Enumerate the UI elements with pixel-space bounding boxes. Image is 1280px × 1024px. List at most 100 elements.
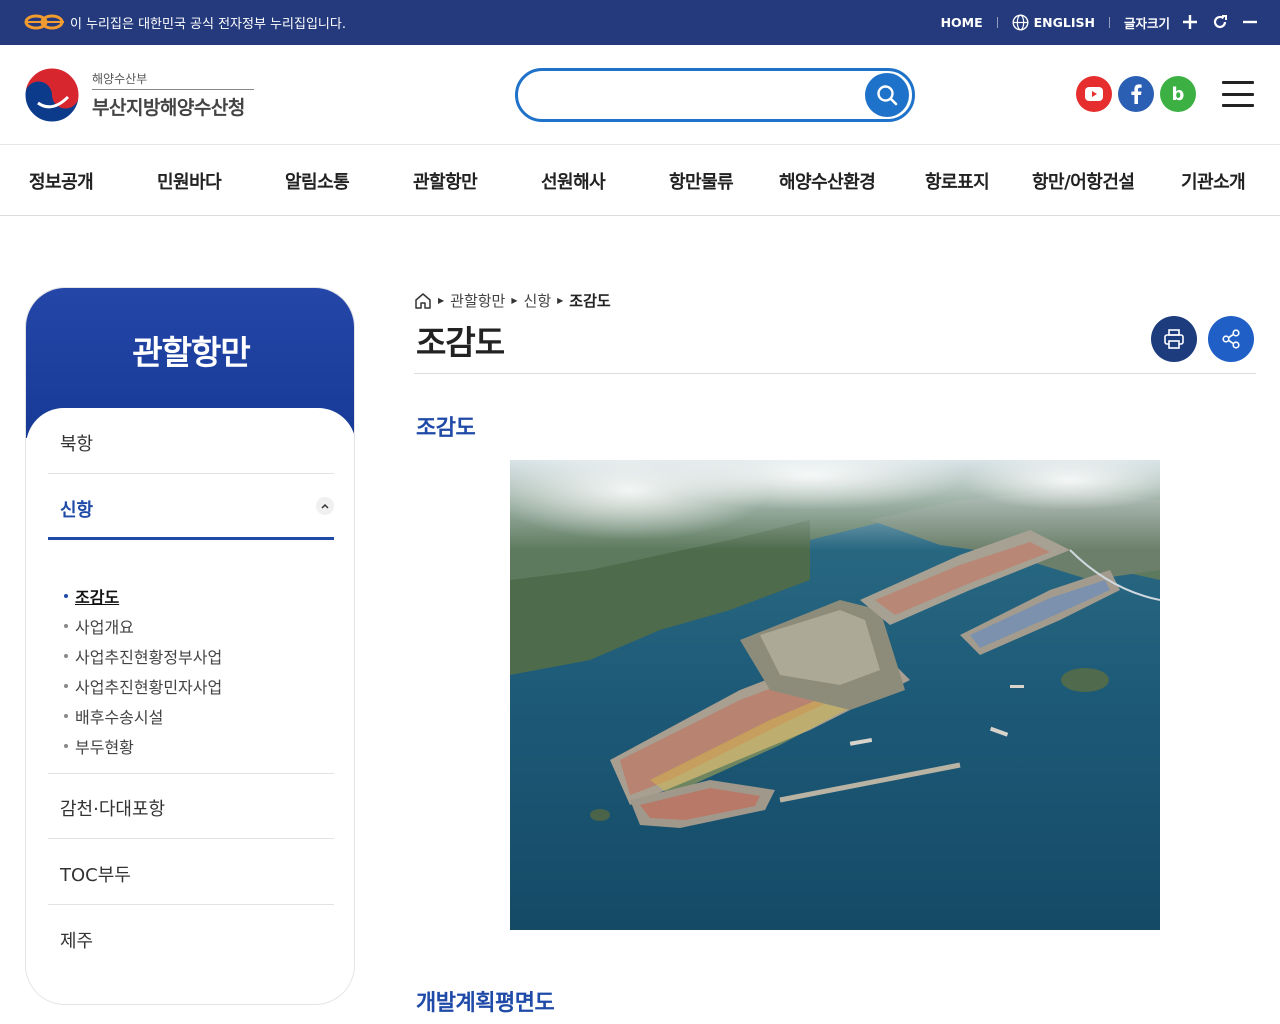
gov-notice-text: 이 누리집은 대한민국 공식 전자정부 누리집입니다. (70, 16, 346, 32)
sub-item-label: 부두현황 (75, 738, 134, 757)
side-nav-item-label: 제주 (60, 931, 94, 952)
side-nav-item-label: 신항 (60, 500, 94, 521)
logo-agency: 부산지방해양수산청 (92, 97, 245, 119)
side-nav-item-label: 감천·다대포항 (60, 799, 166, 820)
font-size-label: 글자크기 (1123, 15, 1170, 31)
font-increase-button[interactable] (1180, 12, 1200, 32)
section-title-plan: 개발계획평면도 (416, 991, 555, 1016)
breadcrumb-arrow-icon: ▶ (511, 296, 518, 305)
side-nav-item-toc[interactable]: TOC부두 (48, 839, 334, 905)
side-nav-item-north-port[interactable]: 북항 (48, 408, 334, 474)
nav-item-environment[interactable]: 해양수산환경 (779, 168, 876, 194)
divider (996, 16, 998, 28)
hamburger-line (1222, 92, 1254, 96)
sub-item-label: 사업개요 (75, 618, 134, 637)
breadcrumb-item[interactable]: 신항 (524, 290, 552, 311)
search-button[interactable] (865, 73, 909, 117)
hamburger-line (1222, 81, 1254, 84)
bullet (64, 714, 68, 718)
nav-item-civil[interactable]: 민원바다 (157, 168, 222, 194)
sns-links: b (1076, 76, 1196, 112)
nav-item-news[interactable]: 알림소통 (285, 168, 350, 194)
side-nav: 관할항만 북항 신항 감천·다대포항 TOC부두 제주 조감도 사업개요 사업추… (25, 287, 355, 1005)
blog-button[interactable]: b (1160, 76, 1196, 112)
breadcrumb-arrow-icon: ▶ (557, 296, 564, 305)
gov-utility: HOME ENGLISH 글자크기 (941, 12, 1260, 32)
breadcrumb-arrow-icon: ▶ (438, 296, 445, 305)
youtube-button[interactable] (1076, 76, 1112, 112)
divider (1108, 16, 1110, 28)
bullet (64, 654, 68, 658)
nav-item-ports[interactable]: 관할항만 (413, 168, 478, 194)
sub-item-berths[interactable]: 부두현황 (64, 731, 222, 761)
sub-item-gov-projects[interactable]: 사업추진현황정부사업 (64, 641, 222, 671)
font-size-control: 글자크기 (1124, 12, 1260, 32)
side-nav-sublist: 조감도 사업개요 사업추진현황정부사업 사업추진현황민자사업 배후수송시설 부두… (64, 581, 222, 761)
side-nav-title: 관할항만 (132, 333, 250, 372)
sub-item-bird-eye-view[interactable]: 조감도 (64, 581, 222, 611)
nav-item-logistics[interactable]: 항만물류 (669, 168, 734, 194)
font-reset-button[interactable] (1210, 12, 1230, 32)
sub-item-label: 조감도 (75, 588, 120, 607)
logo-text: 해양수산부 부산지방해양수산청 (92, 70, 254, 120)
english-link[interactable]: ENGLISH (1012, 13, 1095, 31)
print-button[interactable] (1151, 316, 1197, 362)
sub-item-label: 배후수송시설 (75, 708, 164, 727)
active-underline (48, 537, 334, 540)
sub-item-transport[interactable]: 배후수송시설 (64, 701, 222, 731)
share-icon (1222, 329, 1240, 349)
logo-ministry: 해양수산부 (92, 70, 254, 90)
nav-item-seafarers[interactable]: 선원해사 (541, 168, 606, 194)
globe-icon (1012, 13, 1029, 31)
breadcrumb-item[interactable]: 관할항만 (450, 290, 505, 311)
chevron-up-icon (321, 503, 329, 509)
search-box (515, 68, 915, 122)
site-logo[interactable]: 해양수산부 부산지방해양수산청 (24, 67, 254, 123)
side-nav-item-new-port[interactable]: 신항 (48, 474, 334, 562)
page-title: 조감도 (416, 323, 505, 362)
bullet (64, 684, 68, 688)
reset-icon (1213, 15, 1227, 29)
hamburger-line (1222, 104, 1254, 107)
breadcrumb-current: 조감도 (569, 292, 611, 310)
home-link[interactable]: HOME (941, 15, 983, 30)
sub-item-overview[interactable]: 사업개요 (64, 611, 222, 641)
side-nav-item-label: 북항 (60, 434, 94, 455)
print-icon (1164, 329, 1184, 349)
bullet (64, 594, 68, 598)
youtube-icon (1085, 87, 1103, 101)
egov-logo-icon (24, 14, 64, 30)
side-nav-item-gamcheon[interactable]: 감천·다대포항 (48, 773, 334, 839)
minus-icon (1243, 20, 1257, 24)
nav-item-info[interactable]: 정보공개 (29, 168, 94, 194)
gov-banner: 이 누리집은 대한민국 공식 전자정부 누리집입니다. HOME ENGLISH… (0, 0, 1280, 45)
collapse-toggle[interactable] (316, 497, 334, 515)
facebook-icon (1131, 84, 1142, 104)
bullet (64, 744, 68, 748)
title-divider (414, 373, 1256, 374)
gov-notice: 이 누리집은 대한민국 공식 전자정부 누리집입니다. (24, 12, 346, 32)
site-header: 해양수산부 부산지방해양수산청 b (0, 45, 1280, 145)
bullet (64, 624, 68, 628)
port-aerial-image (510, 460, 1160, 930)
side-nav-item-jeju[interactable]: 제주 (48, 905, 334, 971)
blog-icon: b (1171, 83, 1185, 105)
home-icon[interactable] (414, 292, 432, 309)
facebook-button[interactable] (1118, 76, 1154, 112)
taegeuk-emblem-icon (24, 67, 80, 123)
breadcrumb: ▶ 관할항만 ▶ 신항 ▶ 조감도 (414, 290, 611, 311)
english-label: ENGLISH (1033, 14, 1095, 30)
nav-item-construction[interactable]: 항만/어항건설 (1032, 168, 1135, 194)
main-nav: 정보공개 민원바다 알림소통 관할항만 선원해사 항만물류 해양수산환경 항로표… (0, 146, 1280, 216)
nav-item-about[interactable]: 기관소개 (1181, 168, 1246, 194)
side-nav-item-label: TOC부두 (60, 865, 131, 886)
sub-item-label: 사업추진현황정부사업 (75, 648, 223, 667)
share-button[interactable] (1208, 316, 1254, 362)
nav-item-aids[interactable]: 항로표지 (925, 168, 990, 194)
menu-button[interactable] (1222, 81, 1254, 107)
search-input[interactable] (534, 81, 864, 109)
plus-icon (1183, 15, 1197, 29)
sub-item-private-projects[interactable]: 사업추진현황민자사업 (64, 671, 222, 701)
font-decrease-button[interactable] (1240, 12, 1260, 32)
sub-item-label: 사업추진현황민자사업 (75, 678, 223, 697)
